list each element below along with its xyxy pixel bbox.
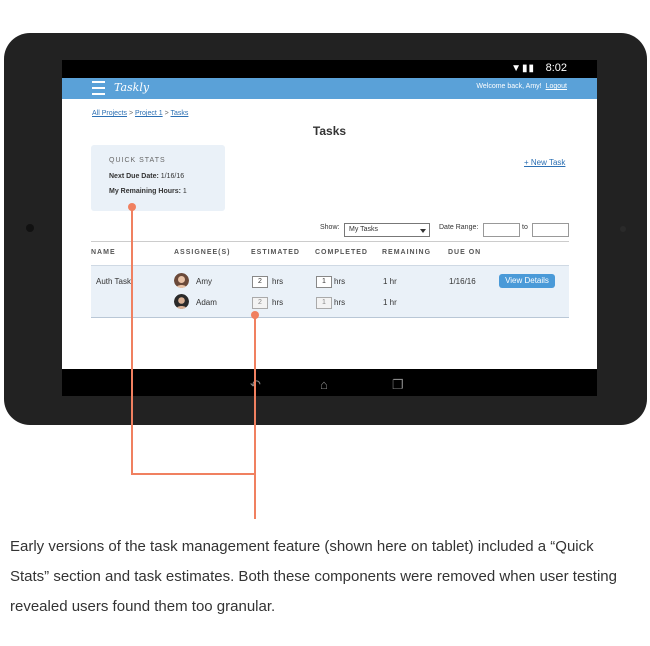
completed-hours-input[interactable]: 1	[316, 276, 332, 288]
tablet-screen: ▼▮▮ 8:02 Taskly Welcome back, Amy! Logou…	[62, 60, 597, 396]
remaining-hours: 1 hr	[383, 298, 397, 307]
col-name: NAME	[91, 249, 116, 256]
col-estimated: ESTIMATED	[251, 249, 300, 256]
breadcrumb-tasks[interactable]: Tasks	[171, 110, 189, 117]
new-task-link[interactable]: + New Task	[524, 158, 565, 167]
status-bar: ▼▮▮ 8:02	[62, 60, 597, 78]
home-icon[interactable]: ⌂	[320, 377, 328, 392]
status-time: 8:02	[545, 62, 567, 74]
camera-icon	[26, 224, 34, 232]
col-remaining: REMAINING	[382, 249, 432, 256]
task-name: Auth Task	[96, 277, 131, 286]
quick-stats-panel: QUICK STATS Next Due Date: 1/16/16 My Re…	[91, 145, 225, 211]
next-due-stat: Next Due Date: 1/16/16	[109, 173, 185, 180]
estimated-hours-input[interactable]: 2	[252, 297, 268, 309]
to-label: to	[522, 224, 528, 231]
avatar	[174, 294, 189, 309]
welcome-area: Welcome back, Amy! Logout	[476, 83, 567, 90]
col-due-on: DUE ON	[448, 249, 482, 256]
app-logo[interactable]: Taskly	[114, 81, 149, 94]
view-details-button[interactable]: View Details	[499, 274, 555, 288]
due-date: 1/16/16	[449, 277, 476, 286]
estimated-hours-input[interactable]: 2	[252, 276, 268, 288]
callout-line	[131, 473, 256, 475]
divider	[91, 241, 569, 242]
col-assignees: ASSIGNEE(S)	[174, 249, 231, 256]
welcome-text: Welcome back, Amy!	[476, 83, 542, 90]
chevron-down-icon	[420, 229, 426, 233]
quick-stats-heading: QUICK STATS	[109, 157, 166, 164]
sensor-icon	[620, 226, 626, 232]
remaining-hours: 1 hr	[383, 277, 397, 286]
android-nav-bar: ↶ ⌂ ❐	[62, 369, 597, 396]
recent-apps-icon[interactable]: ❐	[392, 377, 404, 393]
app-header: Taskly Welcome back, Amy! Logout	[62, 78, 597, 99]
page-title: Tasks	[312, 124, 347, 138]
date-range-label: Date Range:	[439, 224, 479, 231]
avatar	[174, 273, 189, 288]
col-completed: COMPLETED	[315, 249, 368, 256]
show-filter-select[interactable]: My Tasks	[344, 223, 430, 237]
callout-line	[131, 207, 133, 475]
breadcrumb: All Projects > Project 1 > Tasks	[92, 110, 189, 117]
breadcrumb-project-1[interactable]: Project 1	[135, 110, 163, 117]
show-label: Show:	[320, 224, 340, 231]
wifi-signal-battery-icons: ▼▮▮	[511, 63, 535, 74]
date-from-input[interactable]	[483, 223, 520, 237]
caption-text: Early versions of the task management fe…	[10, 538, 617, 615]
logout-link[interactable]: Logout	[546, 83, 567, 90]
callout-line	[254, 315, 256, 519]
breadcrumb-all-projects[interactable]: All Projects	[92, 110, 127, 117]
remaining-hours-stat: My Remaining Hours: 1	[109, 188, 187, 195]
assignee-name: Adam	[196, 298, 217, 307]
assignee-name: Amy	[196, 277, 212, 286]
completed-hours-input[interactable]: 1	[316, 297, 332, 309]
date-to-input[interactable]	[532, 223, 569, 237]
menu-icon[interactable]	[92, 81, 105, 95]
table-row	[91, 265, 569, 318]
